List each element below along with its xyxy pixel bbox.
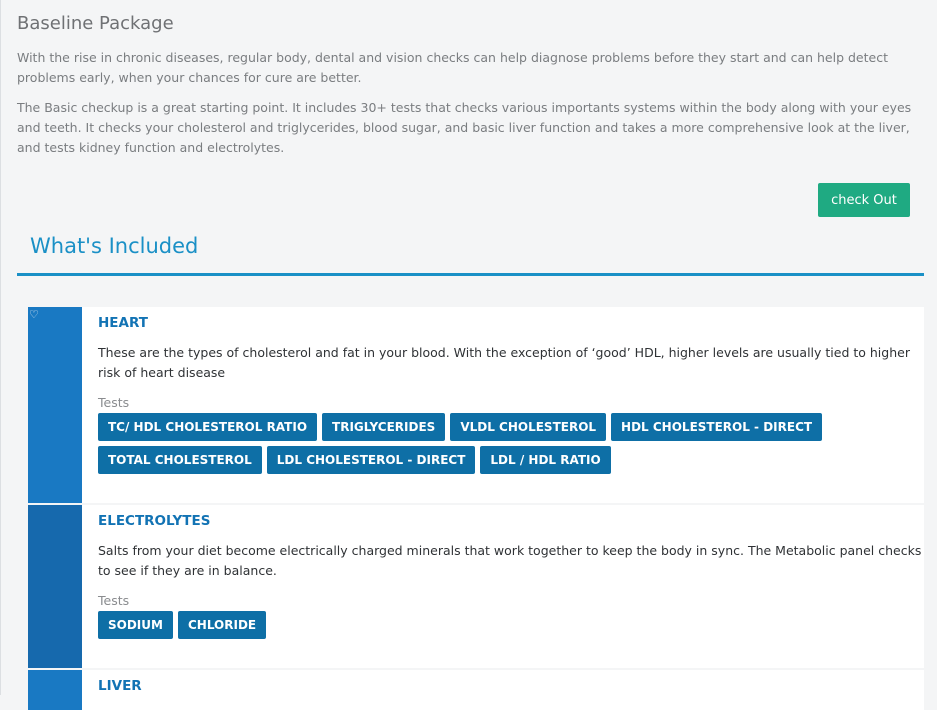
package-description-1: With the rise in chronic diseases, regul… — [17, 50, 888, 85]
checkout-button[interactable]: check Out — [818, 183, 910, 217]
test-tag[interactable]: LDL / HDL RATIO — [480, 446, 611, 474]
heart-outline-icon[interactable]: ♡ — [29, 309, 41, 321]
test-tag[interactable]: SODIUM — [98, 611, 173, 639]
test-tag[interactable]: HDL CHOLESTEROL - DIRECT — [611, 413, 823, 441]
test-tag[interactable]: LDL CHOLESTEROL - DIRECT — [266, 446, 476, 474]
category-name: HEART — [98, 315, 148, 331]
category-card-electrolytes: ELECTROLYTES Salts from your diet become… — [28, 505, 924, 668]
tests-tag-list: SODIUM CHLORIDE — [98, 611, 858, 644]
tests-tag-list: TC/ HDL CHOLESTEROL RATIO TRIGLYCERIDES VL… — [98, 413, 858, 479]
category-card-heart: ♡ HEART These are the types of cholester… — [28, 307, 924, 503]
tests-label: Tests — [98, 593, 130, 608]
category-color-bar: ♡ — [28, 307, 82, 503]
category-name: LIVER — [98, 678, 142, 694]
package-description-2: The Basic checkup is a great starting po… — [17, 100, 912, 155]
category-card-liver: LIVER — [28, 670, 924, 710]
package-title: Baseline Package — [17, 13, 174, 34]
test-tag[interactable]: CHLORIDE — [177, 611, 267, 639]
whats-included-heading: What's Included — [30, 234, 199, 258]
category-description: Salts from your diet become electrically… — [98, 543, 922, 578]
test-tag[interactable]: TRIGLYCERIDES — [322, 413, 446, 441]
category-name: ELECTROLYTES — [98, 513, 211, 529]
category-color-bar — [28, 505, 82, 668]
test-tag[interactable]: TC/ HDL CHOLESTEROL RATIO — [98, 413, 318, 441]
test-tag[interactable]: TOTAL CHOLESTEROL — [98, 446, 262, 474]
category-description: These are the types of cholesterol and f… — [98, 345, 910, 380]
category-color-bar — [28, 670, 82, 710]
section-divider — [17, 273, 924, 276]
test-tag[interactable]: VLDL CHOLESTEROL — [450, 413, 607, 441]
tests-label: Tests — [98, 395, 130, 410]
